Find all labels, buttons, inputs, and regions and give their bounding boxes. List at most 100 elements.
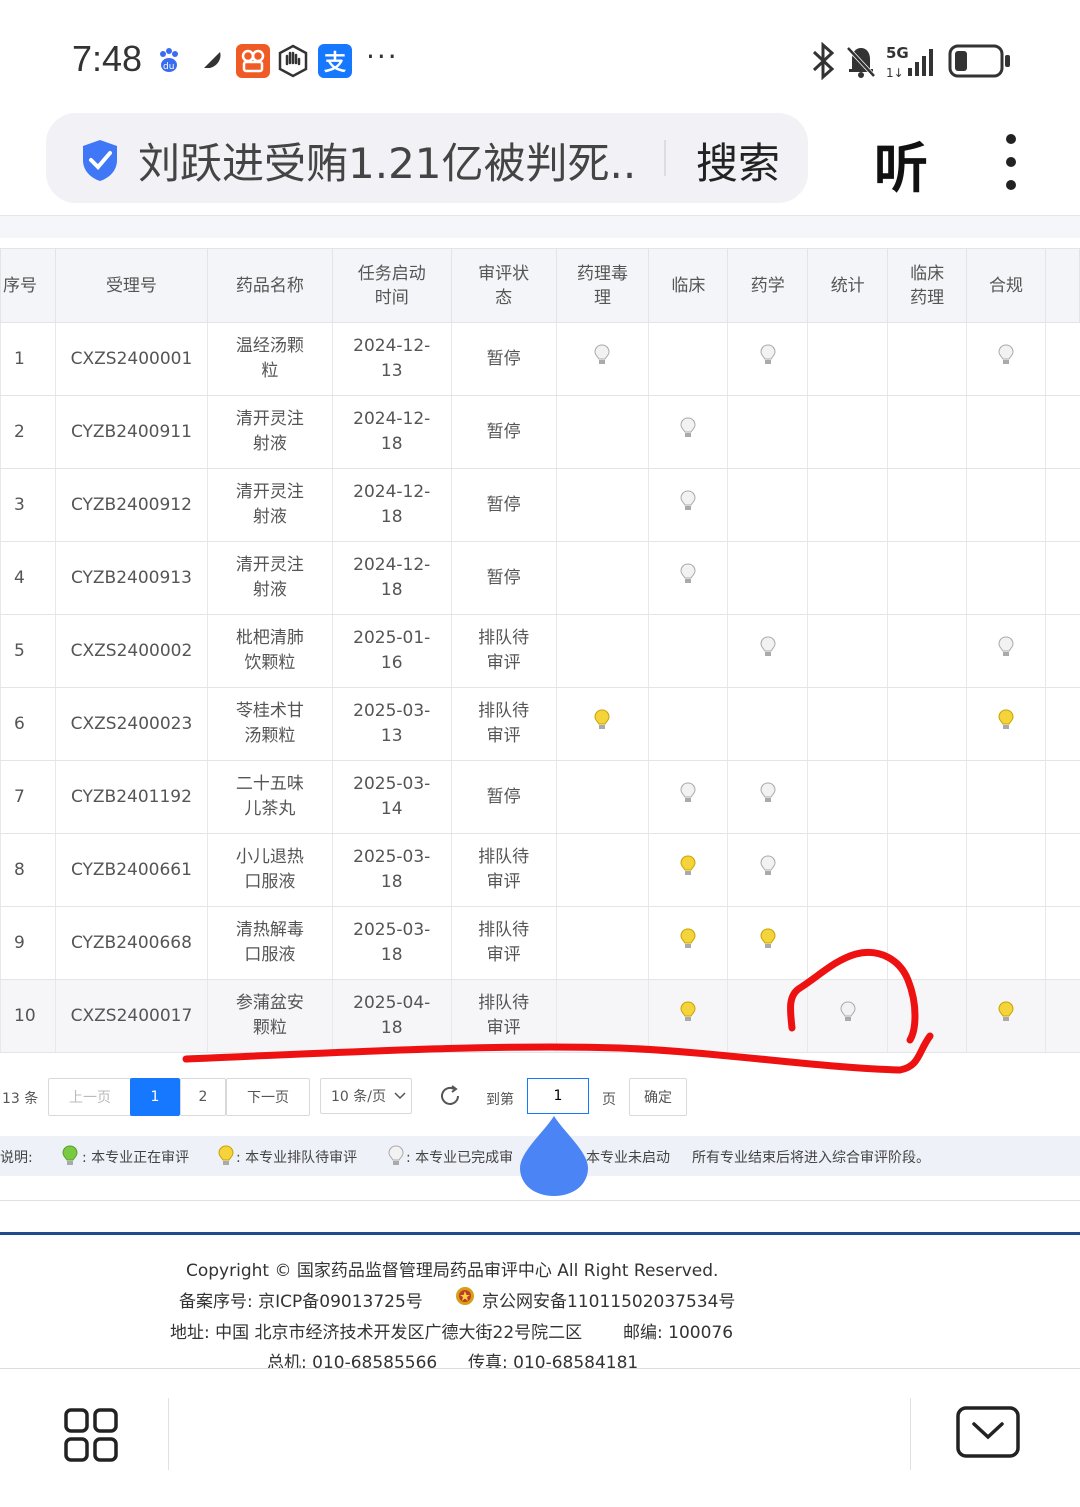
footer-copyright: Copyright © 国家药品监督管理局药品审评中心 All Right Re…: [186, 1261, 719, 1281]
confirm-button[interactable]: 确定: [629, 1078, 687, 1116]
cell-accept-no[interactable]: CYZB2400912: [54, 468, 208, 542]
col-header-status: 审评状态: [450, 248, 557, 323]
goto-page-input[interactable]: [527, 1078, 589, 1114]
cell-clinical-pharm: [887, 760, 967, 834]
browser-bottom-bar: [0, 1368, 1080, 1507]
cell-status: 排队待 审评: [450, 614, 557, 688]
col-header-pharmacy: 药学: [727, 248, 809, 323]
cell-status: 暂停: [450, 541, 557, 615]
cell-num: 3: [0, 468, 56, 542]
bulb-done-icon[interactable]: [998, 636, 1014, 666]
collapse-down-icon[interactable]: [956, 1406, 1020, 1464]
footer-rule: [0, 1232, 1080, 1235]
cell-num: 2: [0, 395, 56, 469]
prev-page-button[interactable]: 上一页: [48, 1078, 132, 1116]
bulb-done-icon[interactable]: [760, 782, 776, 812]
cell-accept-no[interactable]: CXZS2400001: [54, 322, 208, 396]
cell-compliance: [966, 322, 1046, 396]
table-row: 3 CYZB2400912 清开灵注 射液 2024-12- 18 暂停: [0, 468, 1080, 542]
bulb-done-icon[interactable]: [594, 344, 610, 374]
more-menu-icon[interactable]: [1000, 134, 1022, 190]
grid-apps-icon[interactable]: [64, 1408, 118, 1466]
cell-pharmacy: [727, 687, 808, 761]
bulb-yellow-icon: [218, 1145, 234, 1171]
cell-accept-no[interactable]: CYZB2400661: [54, 833, 208, 907]
bulb-done-icon[interactable]: [680, 417, 696, 447]
cell-clinical: [648, 833, 728, 907]
search-query-text[interactable]: 刘跃进受贿1.21亿被判死...: [138, 130, 638, 191]
bulb-queue-icon[interactable]: [680, 855, 696, 885]
col-header-clinical-pharm: 临床 药理: [887, 248, 968, 323]
cell-statistics: [807, 322, 888, 396]
cell-drug-name: 苓桂术甘 汤颗粒: [206, 687, 333, 761]
page-size-value: 10 条/页: [331, 1089, 386, 1105]
table-header-row: 序号 受理号 药品名称 任务启动 时间 审评状态 药理毒理 临床 药学 统计 临床…: [0, 248, 1080, 323]
cell-drug-name: 清开灵注 射液: [206, 395, 333, 469]
cell-compliance: [966, 468, 1046, 542]
cell-accept-no[interactable]: CYZB2400911: [54, 395, 208, 469]
cell-compliance: [966, 833, 1046, 907]
page-2-button[interactable]: 2: [180, 1078, 226, 1116]
cell-drug-name: 枇杷清肺 饮颗粒: [206, 614, 333, 688]
col-header-drug-name: 药品名称: [206, 248, 333, 323]
cell-status: 排队待 审评: [450, 687, 557, 761]
legend-not-started: 本专业未启动: [586, 1150, 670, 1166]
page-1-button[interactable]: 1: [130, 1078, 180, 1116]
svg-text:du: du: [163, 62, 174, 72]
col-header-statistics: 统计: [807, 248, 889, 323]
bulb-done-icon[interactable]: [680, 490, 696, 520]
bulb-done-icon[interactable]: [760, 344, 776, 374]
cell-clinical-pharm: [887, 833, 967, 907]
cell-clinical: [648, 395, 728, 469]
shield-check-icon: [80, 138, 120, 186]
cell-pharm-tox: [555, 760, 649, 834]
col-header-clinical: 临床: [648, 248, 729, 323]
cell-pharm-tox: [555, 541, 649, 615]
bulb-done-icon[interactable]: [998, 344, 1014, 374]
total-count: 13 条: [2, 1091, 39, 1107]
legend-queue: : 本专业排队待审评: [236, 1150, 358, 1166]
signal-icon: 1↓: [886, 46, 938, 82]
more-notifications-icon: ···: [366, 40, 399, 73]
bulb-done-icon[interactable]: [680, 563, 696, 593]
cell-extra: [1044, 541, 1080, 615]
bulb-queue-icon[interactable]: [594, 709, 610, 739]
text-cursor-handle[interactable]: [516, 1112, 592, 1198]
cell-statistics: [807, 687, 888, 761]
bulb-done-icon[interactable]: [760, 636, 776, 666]
col-header-extra: [1044, 248, 1080, 323]
cell-start-time: 2024-12- 18: [331, 395, 452, 469]
cell-compliance: [966, 760, 1046, 834]
search-button[interactable]: 搜索: [696, 130, 780, 191]
col-header-start-time: 任务启动 时间: [331, 248, 452, 323]
cell-status: 排队待 审评: [450, 833, 557, 907]
cell-clinical: [648, 687, 728, 761]
cell-clinical: [648, 468, 728, 542]
cell-extra: [1044, 468, 1080, 542]
footer-police-record[interactable]: 京公网安备11011502037534号: [482, 1287, 735, 1312]
cell-pharm-tox: [555, 395, 649, 469]
cell-drug-name: 二十五味 儿茶丸: [206, 760, 333, 834]
cell-clinical-pharm: [887, 541, 967, 615]
cell-statistics: [807, 541, 888, 615]
table-row: 4 CYZB2400913 清开灵注 射液 2024-12- 18 暂停: [0, 541, 1080, 615]
cell-compliance: [966, 541, 1046, 615]
cell-accept-no[interactable]: CYZB2401192: [54, 760, 208, 834]
footer-icp[interactable]: 备案序号: 京ICP备09013725号: [179, 1287, 423, 1312]
page-size-select[interactable]: 10 条/页: [320, 1078, 412, 1114]
cell-extra: [1044, 760, 1080, 834]
cell-status: 暂停: [450, 760, 557, 834]
listen-button[interactable]: 听: [874, 124, 928, 203]
cell-extra: [1044, 614, 1080, 688]
cell-clinical-pharm: [887, 468, 967, 542]
cell-compliance: [966, 614, 1046, 688]
refresh-icon[interactable]: [438, 1084, 462, 1112]
cell-accept-no[interactable]: CYZB2400913: [54, 541, 208, 615]
cell-accept-no[interactable]: CXZS2400023: [54, 687, 208, 761]
next-page-button[interactable]: 下一页: [226, 1078, 310, 1116]
cell-accept-no[interactable]: CXZS2400002: [54, 614, 208, 688]
bulb-done-icon[interactable]: [760, 855, 776, 885]
bulb-queue-icon[interactable]: [998, 709, 1014, 739]
cell-num: 4: [0, 541, 56, 615]
bulb-done-icon[interactable]: [680, 782, 696, 812]
